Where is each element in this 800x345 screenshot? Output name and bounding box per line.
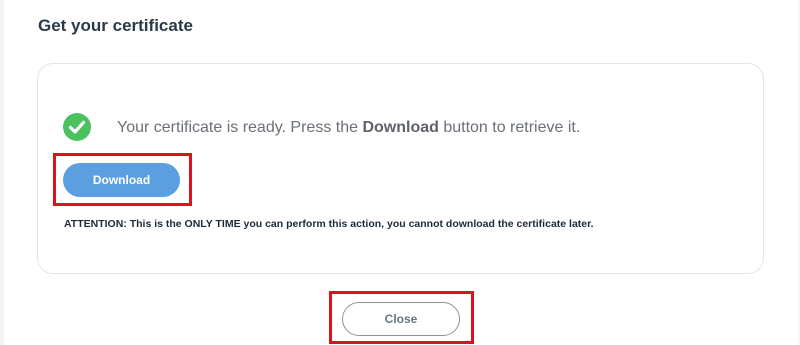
close-button[interactable]: Close	[342, 302, 460, 336]
certificate-ready-message: Your certificate is ready. Press the Dow…	[117, 118, 580, 138]
left-edge-strip	[0, 0, 4, 345]
dialog-title: Get your certificate	[38, 16, 193, 35]
message-suffix: button to retrieve it.	[438, 119, 581, 136]
check-circle-icon	[63, 113, 91, 141]
message-prefix: Your certificate is ready. Press the	[117, 119, 363, 136]
attention-notice: ATTENTION: This is the ONLY TIME you can…	[64, 218, 594, 230]
message-emphasis: Download	[362, 119, 439, 136]
download-button[interactable]: Download	[63, 163, 180, 197]
